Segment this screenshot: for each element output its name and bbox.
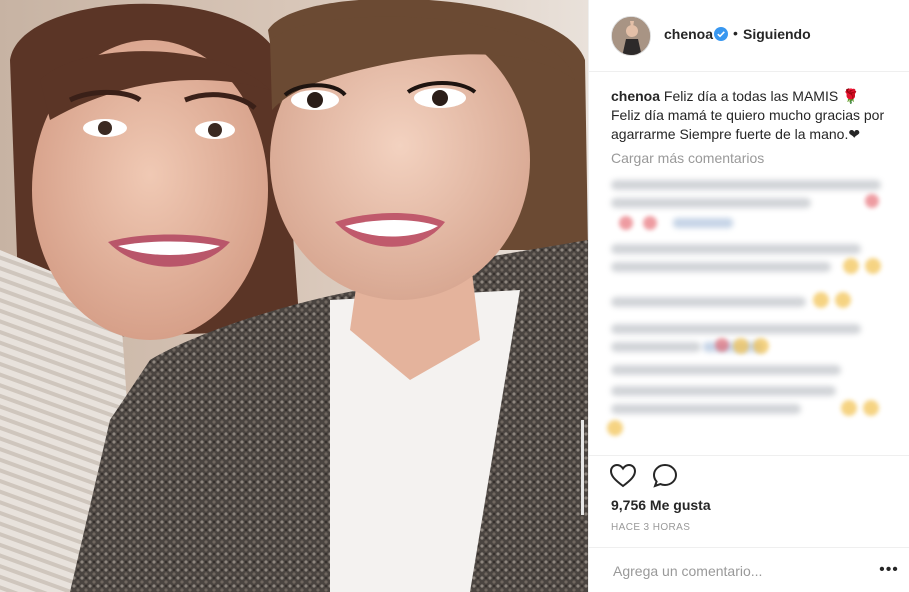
action-bar [589, 455, 909, 488]
load-more-comments-link[interactable]: Cargar más comentarios [611, 150, 764, 166]
post-photo[interactable] [0, 0, 588, 592]
verified-badge-icon [714, 27, 728, 41]
following-button[interactable]: Siguiendo [743, 26, 811, 42]
username-link[interactable]: chenoa [664, 26, 713, 42]
comment-input[interactable] [611, 559, 865, 583]
comment-icon[interactable] [651, 462, 679, 490]
more-options-icon[interactable]: ••• [879, 561, 899, 581]
heart-icon[interactable] [609, 462, 637, 490]
post-header: chenoa • Siguiendo [589, 0, 909, 72]
comment-bar: ••• [589, 547, 909, 592]
separator-dot: • [733, 25, 738, 41]
caption-line-1: Feliz día a todas las MAMIS 🌹 [663, 88, 860, 104]
caption-username[interactable]: chenoa [611, 88, 660, 104]
avatar-image [612, 17, 650, 55]
selfie-illustration [0, 0, 588, 592]
likes-count[interactable]: 9,756 Me gusta [611, 497, 711, 513]
post-caption: chenoa Feliz día a todas las MAMIS 🌹 Fel… [611, 87, 901, 144]
avatar[interactable] [611, 16, 651, 56]
image-scroll-indicator [581, 420, 584, 515]
instagram-post: chenoa • Siguiendo chenoa Feliz día a to… [0, 0, 909, 592]
post-sidebar: chenoa • Siguiendo chenoa Feliz día a to… [588, 0, 909, 592]
post-timestamp[interactable]: HACE 3 HORAS [611, 522, 690, 533]
caption-line-2: Feliz día mamá te quiero mucho gracias p… [611, 107, 885, 142]
blurred-comments [603, 172, 893, 452]
